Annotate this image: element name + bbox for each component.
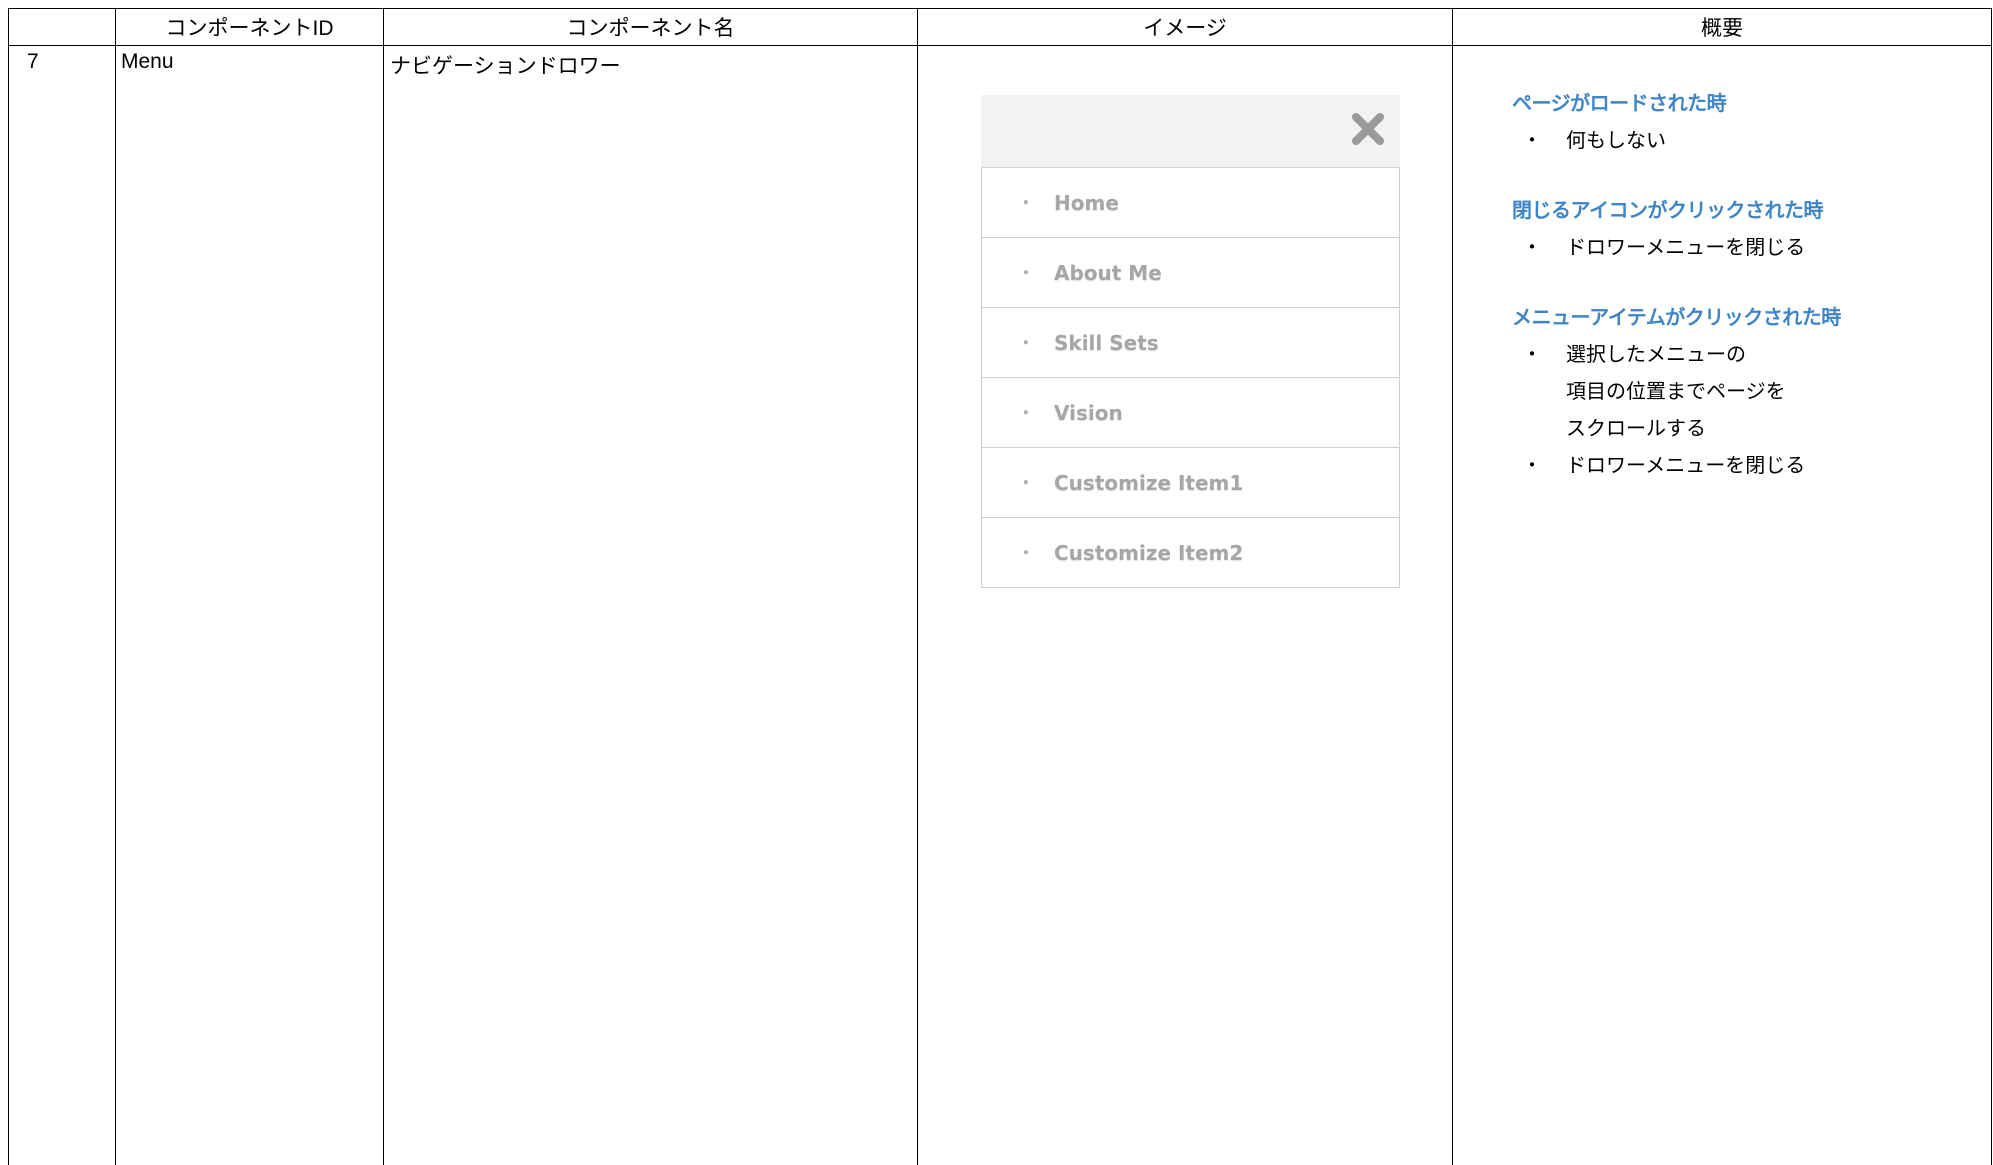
bullet-icon: • — [1022, 195, 1030, 210]
overview-section-close-click: 閉じるアイコンがクリックされた時 ドロワーメニューを閉じる — [1512, 195, 1972, 266]
drawer-menu-list: • Home • About Me • Skill Sets • Vision … — [981, 168, 1400, 588]
drawer-item-home[interactable]: • Home — [982, 168, 1399, 238]
drawer-item-customize-item1[interactable]: • Customize Item1 — [982, 448, 1399, 518]
row-number: 7 — [27, 50, 39, 73]
header-component-id: コンポーネントID — [165, 17, 334, 40]
drawer-item-vision[interactable]: • Vision — [982, 378, 1399, 448]
header-no — [9, 9, 115, 45]
bullet-icon: • — [1022, 475, 1030, 490]
overview-list-item: ドロワーメニューを閉じる — [1512, 229, 1972, 266]
column-divider — [115, 8, 116, 1165]
bullet-icon: • — [1022, 335, 1030, 350]
drawer-item-label: Customize Item1 — [1054, 470, 1244, 495]
column-divider — [383, 8, 384, 1165]
overview-list: ドロワーメニューを閉じる — [1512, 229, 1972, 266]
overview-list: 選択したメニューの 項目の位置までページを スクロールする ドロワーメニューを閉… — [1512, 336, 1972, 484]
bullet-icon: • — [1022, 545, 1030, 560]
close-x-icon[interactable] — [1350, 111, 1386, 147]
overview-list: 何もしない — [1512, 122, 1972, 159]
drawer-item-label: Vision — [1054, 400, 1123, 425]
bullet-icon: • — [1022, 265, 1030, 280]
drawer-item-label: Skill Sets — [1054, 330, 1159, 355]
bullet-icon: • — [1022, 405, 1030, 420]
overview-heading: ページがロードされた時 — [1512, 91, 1727, 115]
header-component-name: コンポーネント名 — [566, 17, 735, 40]
overview-list-item: 選択したメニューの 項目の位置までページを スクロールする — [1512, 336, 1972, 447]
overview-heading: 閉じるアイコンがクリックされた時 — [1512, 198, 1824, 222]
column-divider — [1452, 8, 1453, 1165]
navigation-drawer-mockup: • Home • About Me • Skill Sets • Vision … — [981, 95, 1400, 588]
table-border-right — [1991, 8, 1992, 1165]
header-overview: 概要 — [1701, 17, 1743, 40]
drawer-item-label: About Me — [1054, 260, 1162, 285]
overview-list-item: ドロワーメニューを閉じる — [1512, 447, 1972, 484]
overview-description: ページがロードされた時 何もしない 閉じるアイコンがクリックされた時 ドロワーメ… — [1512, 88, 1972, 520]
drawer-item-label: Customize Item2 — [1054, 540, 1244, 565]
drawer-item-skill-sets[interactable]: • Skill Sets — [982, 308, 1399, 378]
drawer-item-customize-item2[interactable]: • Customize Item2 — [982, 518, 1399, 588]
table-border-left — [8, 8, 9, 1165]
overview-section-page-load: ページがロードされた時 何もしない — [1512, 88, 1972, 159]
drawer-item-label: Home — [1054, 190, 1119, 215]
header-divider — [8, 45, 1992, 46]
component-name-value: ナビゲーションドロワー — [390, 55, 621, 78]
overview-list-item: 何もしない — [1512, 122, 1972, 159]
column-divider — [917, 8, 918, 1165]
drawer-item-about-me[interactable]: • About Me — [982, 238, 1399, 308]
component-id-value: Menu — [121, 50, 174, 73]
header-image: イメージ — [1143, 17, 1227, 40]
drawer-header — [981, 95, 1400, 168]
overview-heading: メニューアイテムがクリックされた時 — [1512, 305, 1841, 329]
overview-section-menu-item-click: メニューアイテムがクリックされた時 選択したメニューの 項目の位置までページを … — [1512, 302, 1972, 484]
